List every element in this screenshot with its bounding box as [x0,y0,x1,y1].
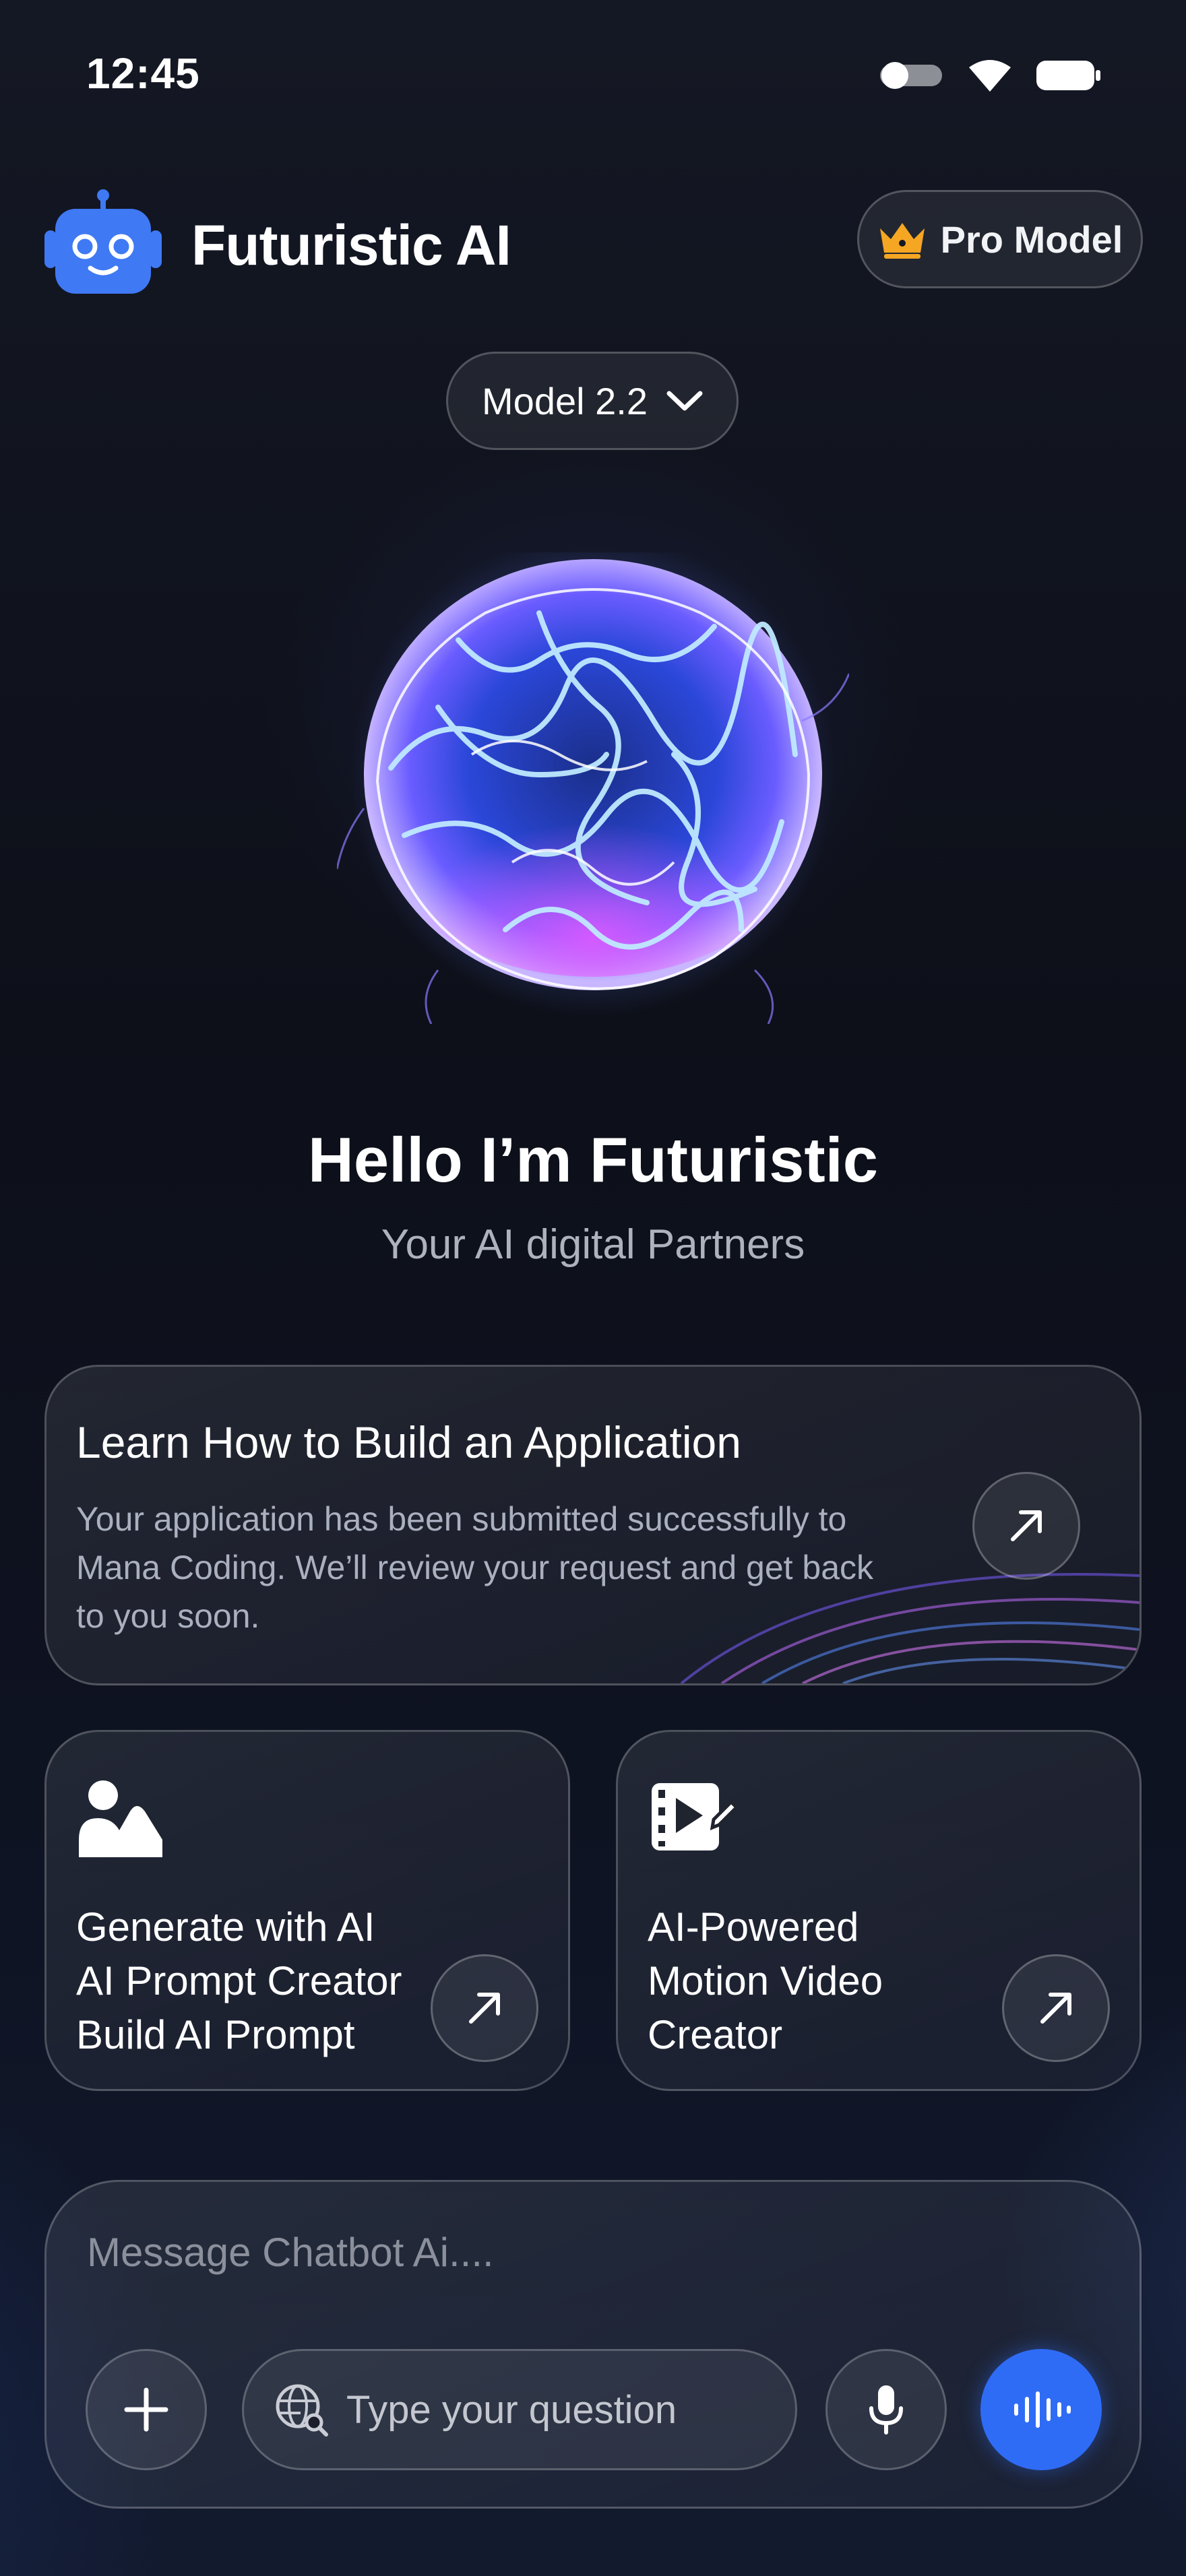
arrow-up-right-icon [1040,1993,1071,2024]
card-line: Build AI Prompt [76,2012,355,2057]
arrow-up-right-icon [1011,1510,1042,1541]
question-input[interactable] [346,2387,751,2433]
battery-icon [1036,61,1100,90]
learn-build-app-card[interactable]: Learn How to Build an Application Your a… [44,1365,1142,1685]
voice-mode-button[interactable] [980,2349,1102,2470]
wifi-icon [969,60,1011,92]
status-icons [879,58,1101,93]
pro-model-label: Pro Model [940,218,1123,261]
arrow-up-right-icon [469,1993,500,2024]
video-edit-icon [652,1783,737,1850]
card-description: Your application has been submitted succ… [76,1500,874,1635]
card-title: Learn How to Build an Application [76,1417,741,1467]
card-line: Creator [648,2012,783,2057]
model-selector[interactable]: Model 2.2 [446,352,739,450]
open-arrow-button[interactable] [972,1472,1080,1580]
motion-video-creator-card[interactable]: AI-Powered Motion Video Creator [616,1730,1142,2091]
hero-title: Hello I’m Futuristic [307,1124,879,1195]
microphone-button[interactable] [825,2349,947,2470]
toggle-icon [880,62,942,89]
card-line: AI Prompt Creator [76,1958,402,2003]
generate-ai-prompt-card[interactable]: Generate with AI AI Prompt Creator Build… [44,1730,570,2091]
energy-orb-image [337,552,849,1024]
model-selector-label: Model 2.2 [482,379,648,422]
chevron-down-icon [666,391,703,411]
card-line: Motion Video [648,1958,883,2003]
card-line: AI-Powered [648,1904,859,1950]
microphone-icon [869,2385,903,2435]
crown-icon [879,223,925,259]
card-line: Generate with AI [76,1904,375,1950]
message-input-placeholder[interactable]: Message Chatbot Ai.... [87,2229,494,2276]
status-time: 12:45 [86,49,200,98]
app-title: Futuristic AI [191,214,511,277]
open-arrow-button[interactable] [1002,1954,1110,2062]
image-icon [79,1780,162,1857]
globe-search-icon [276,2384,328,2437]
card-lines: AI-Powered Motion Video Creator [648,1900,883,2062]
card-lines: Generate with AI AI Prompt Creator Build… [76,1900,402,2062]
question-field[interactable] [242,2349,797,2470]
pro-model-button[interactable]: Pro Model [857,190,1143,288]
message-composer: Message Chatbot Ai.... [44,2180,1142,2509]
audio-wave-icon [1014,2391,1071,2428]
hero-subtitle: Your AI digital Partners [381,1221,805,1268]
open-arrow-button[interactable] [431,1954,538,2062]
plus-icon [124,2387,168,2432]
robot-logo-icon [44,189,162,294]
add-attachment-button[interactable] [86,2349,207,2470]
